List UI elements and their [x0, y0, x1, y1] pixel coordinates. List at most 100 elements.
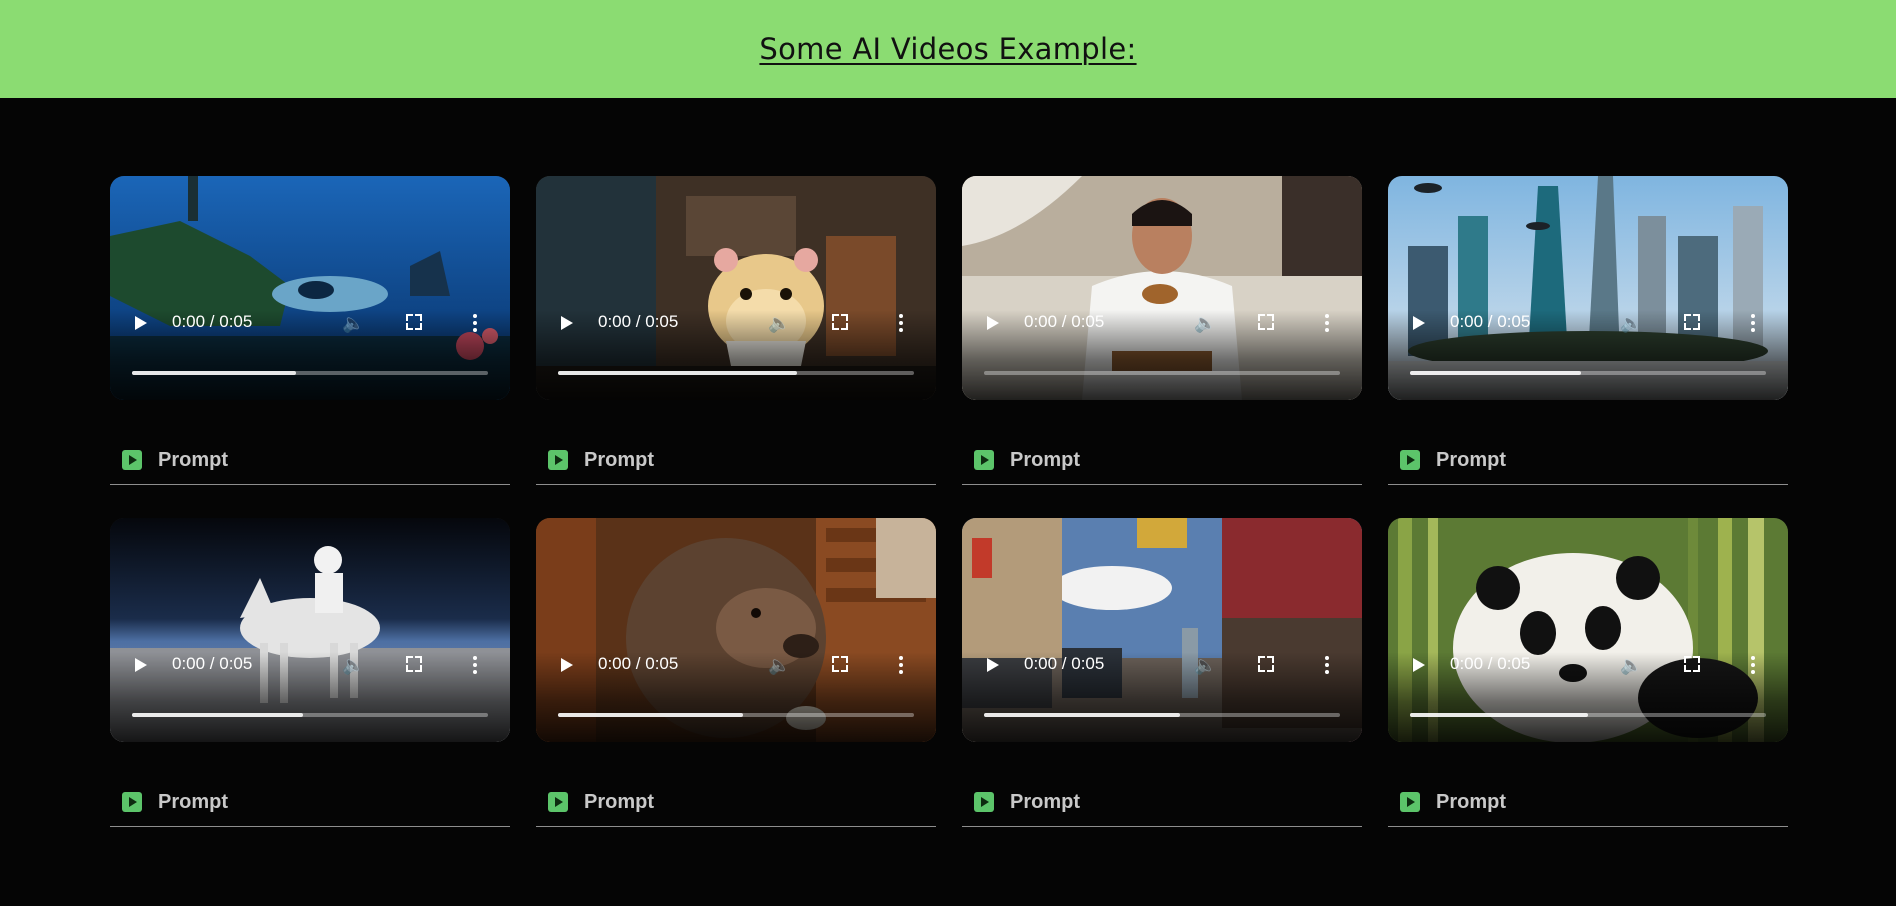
- video-progress-fill: [558, 713, 744, 717]
- video-card-8: 0:00 / 0:05 🔈 Prompt: [1388, 518, 1788, 834]
- video-controls: 0:00 / 0:05 🔈: [110, 310, 510, 400]
- play-icon[interactable]: [1410, 656, 1428, 674]
- play-icon[interactable]: [984, 314, 1002, 332]
- play-square-icon: [1400, 792, 1420, 812]
- video-card-1: 0:00 / 0:05 🔈 Prompt: [110, 176, 510, 492]
- video-progress-bar[interactable]: [558, 371, 914, 375]
- video-progress-bar[interactable]: [1410, 371, 1766, 375]
- play-icon[interactable]: [1410, 314, 1428, 332]
- volume-icon[interactable]: 🔈: [342, 654, 364, 676]
- more-options-icon[interactable]: [471, 312, 479, 334]
- video-controls: 0:00 / 0:05 🔈: [536, 652, 936, 742]
- prompt-toggle[interactable]: Prompt: [1388, 782, 1788, 827]
- video-player[interactable]: 0:00 / 0:05 🔈: [1388, 518, 1788, 742]
- more-options-icon[interactable]: [1323, 654, 1331, 676]
- play-square-icon: [122, 792, 142, 812]
- video-player[interactable]: 0:00 / 0:05 🔈: [110, 176, 510, 400]
- prompt-toggle[interactable]: Prompt: [110, 782, 510, 827]
- video-card-2: 0:00 / 0:05 🔈 Prompt: [536, 176, 936, 492]
- prompt-label: Prompt: [1010, 791, 1080, 813]
- video-time: 0:00 / 0:05: [1024, 654, 1105, 673]
- more-options-icon[interactable]: [1749, 312, 1757, 334]
- play-square-icon: [548, 792, 568, 812]
- fullscreen-icon[interactable]: [1684, 314, 1700, 330]
- page-title: Some AI Videos Example:: [759, 32, 1137, 66]
- video-progress-bar[interactable]: [132, 371, 488, 375]
- play-square-icon: [1400, 450, 1420, 470]
- video-progress-fill: [558, 371, 797, 375]
- prompt-toggle[interactable]: Prompt: [1388, 440, 1788, 485]
- video-progress-bar[interactable]: [132, 713, 488, 717]
- prompt-label: Prompt: [584, 791, 654, 813]
- video-time: 0:00 / 0:05: [172, 312, 253, 331]
- video-controls: 0:00 / 0:05 🔈: [110, 652, 510, 742]
- more-options-icon[interactable]: [897, 312, 905, 334]
- video-progress-bar[interactable]: [984, 371, 1340, 375]
- video-controls: 0:00 / 0:05 🔈: [536, 310, 936, 400]
- video-grid: 0:00 / 0:05 🔈 Prompt 0:00 / 0:05 🔈 Promp…: [110, 176, 1788, 834]
- prompt-toggle[interactable]: Prompt: [110, 440, 510, 485]
- fullscreen-icon[interactable]: [406, 314, 422, 330]
- video-progress-fill: [1410, 713, 1588, 717]
- video-progress-fill: [132, 371, 296, 375]
- video-player[interactable]: 0:00 / 0:05 🔈: [536, 176, 936, 400]
- video-card-3: 0:00 / 0:05 🔈 Prompt: [962, 176, 1362, 492]
- video-progress-bar[interactable]: [984, 713, 1340, 717]
- volume-icon[interactable]: 🔈: [1194, 654, 1216, 676]
- play-icon[interactable]: [132, 656, 150, 674]
- play-icon[interactable]: [558, 314, 576, 332]
- video-progress-bar[interactable]: [1410, 713, 1766, 717]
- video-time: 0:00 / 0:05: [598, 654, 679, 673]
- fullscreen-icon[interactable]: [1258, 656, 1274, 672]
- volume-icon[interactable]: 🔈: [1194, 312, 1216, 334]
- more-options-icon[interactable]: [1323, 312, 1331, 334]
- video-time: 0:00 / 0:05: [598, 312, 679, 331]
- prompt-toggle[interactable]: Prompt: [536, 440, 936, 485]
- video-player[interactable]: 0:00 / 0:05 🔈: [962, 176, 1362, 400]
- prompt-toggle[interactable]: Prompt: [536, 782, 936, 827]
- video-progress-fill: [984, 713, 1180, 717]
- prompt-toggle[interactable]: Prompt: [962, 782, 1362, 827]
- video-progress-fill: [1410, 371, 1581, 375]
- video-card-5: 0:00 / 0:05 🔈 Prompt: [110, 518, 510, 834]
- play-square-icon: [974, 792, 994, 812]
- play-icon[interactable]: [984, 656, 1002, 674]
- video-card-7: 0:00 / 0:05 🔈 Prompt: [962, 518, 1362, 834]
- play-icon[interactable]: [558, 656, 576, 674]
- more-options-icon[interactable]: [897, 654, 905, 676]
- video-controls: 0:00 / 0:05 🔈: [1388, 652, 1788, 742]
- prompt-label: Prompt: [158, 791, 228, 813]
- play-icon[interactable]: [132, 314, 150, 332]
- prompt-label: Prompt: [1436, 449, 1506, 471]
- fullscreen-icon[interactable]: [832, 314, 848, 330]
- fullscreen-icon[interactable]: [406, 656, 422, 672]
- play-square-icon: [548, 450, 568, 470]
- video-time: 0:00 / 0:05: [172, 654, 253, 673]
- fullscreen-icon[interactable]: [1258, 314, 1274, 330]
- play-square-icon: [974, 450, 994, 470]
- video-time: 0:00 / 0:05: [1024, 312, 1105, 331]
- video-player[interactable]: 0:00 / 0:05 🔈: [536, 518, 936, 742]
- fullscreen-icon[interactable]: [832, 656, 848, 672]
- video-player[interactable]: 0:00 / 0:05 🔈: [962, 518, 1362, 742]
- video-progress-bar[interactable]: [558, 713, 914, 717]
- video-player[interactable]: 0:00 / 0:05 🔈: [110, 518, 510, 742]
- more-options-icon[interactable]: [1749, 654, 1757, 676]
- video-progress-fill: [132, 713, 303, 717]
- video-controls: 0:00 / 0:05 🔈: [962, 652, 1362, 742]
- video-controls: 0:00 / 0:05 🔈: [1388, 310, 1788, 400]
- prompt-label: Prompt: [1436, 791, 1506, 813]
- volume-icon[interactable]: 🔈: [768, 312, 790, 334]
- prompt-label: Prompt: [158, 449, 228, 471]
- volume-icon[interactable]: 🔈: [1620, 654, 1642, 676]
- fullscreen-icon[interactable]: [1684, 656, 1700, 672]
- prompt-toggle[interactable]: Prompt: [962, 440, 1362, 485]
- video-player[interactable]: 0:00 / 0:05 🔈: [1388, 176, 1788, 400]
- volume-icon[interactable]: 🔈: [768, 654, 790, 676]
- volume-icon[interactable]: 🔈: [342, 312, 364, 334]
- volume-icon[interactable]: 🔈: [1620, 312, 1642, 334]
- video-card-6: 0:00 / 0:05 🔈 Prompt: [536, 518, 936, 834]
- prompt-label: Prompt: [1010, 449, 1080, 471]
- more-options-icon[interactable]: [471, 654, 479, 676]
- play-square-icon: [122, 450, 142, 470]
